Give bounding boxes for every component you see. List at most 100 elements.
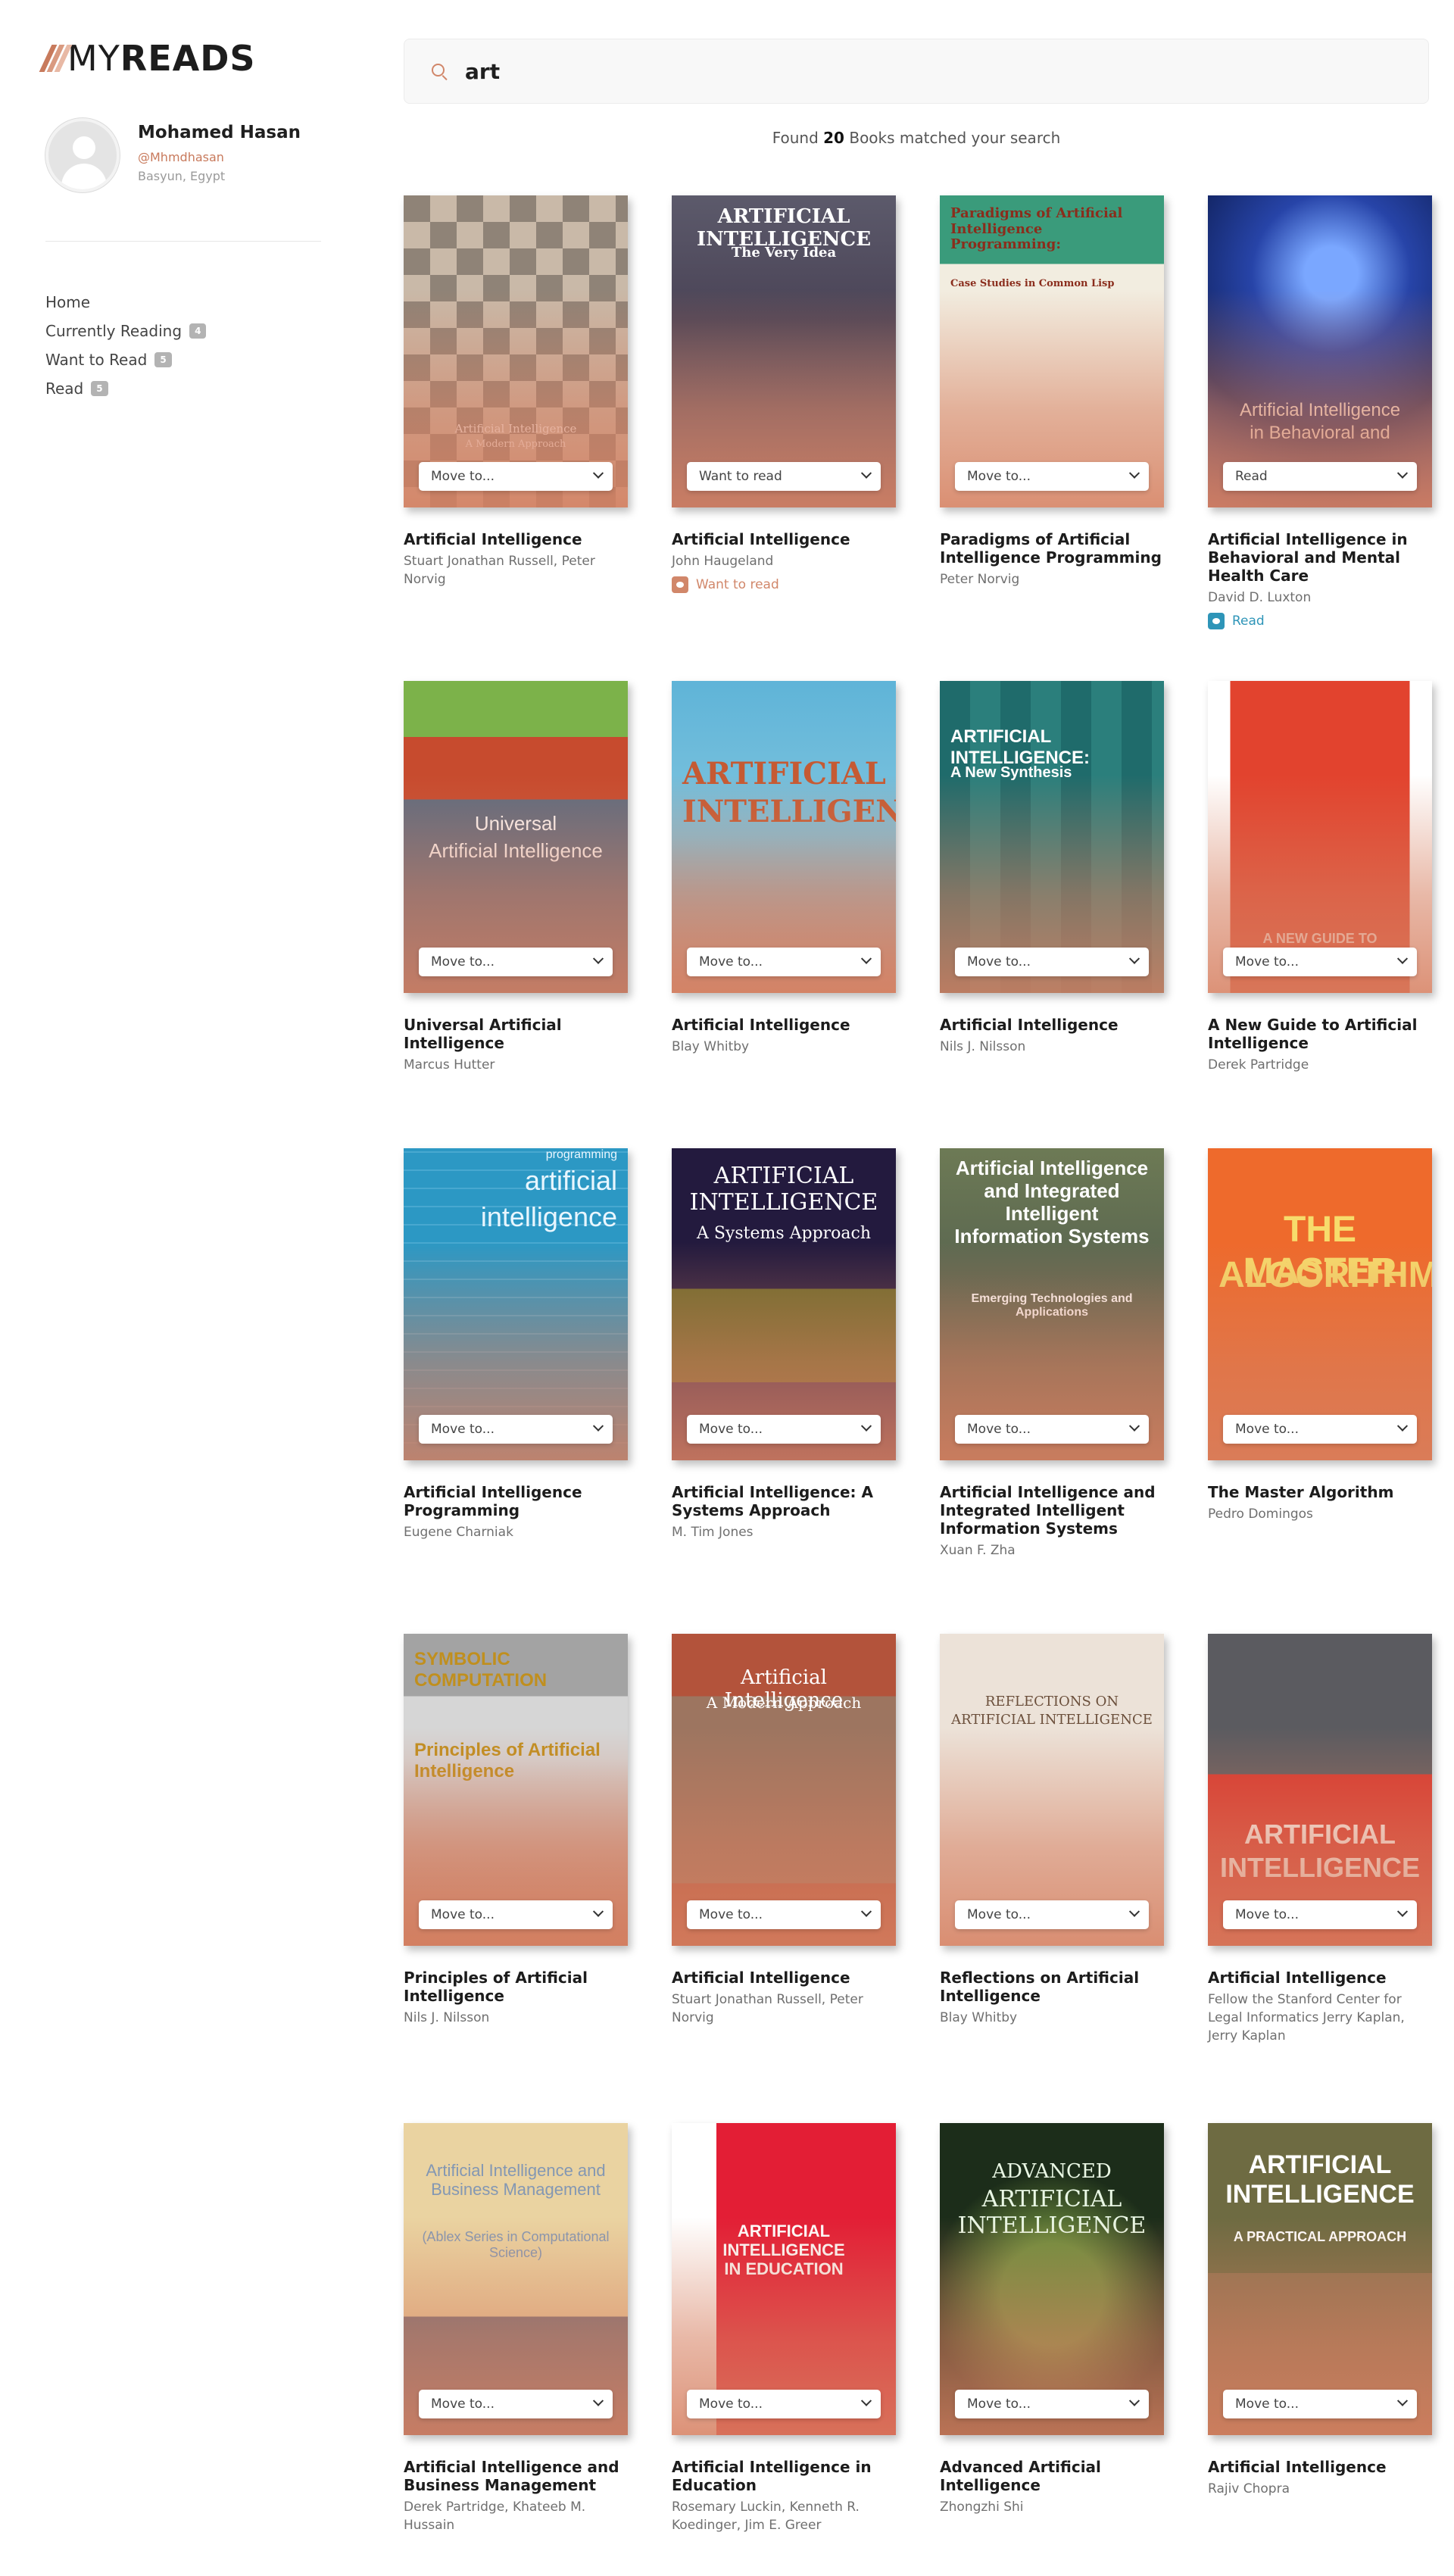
shelf-select[interactable]: Move to... [419, 2390, 613, 2418]
results-summary: Found 20 Books matched your search [772, 129, 1061, 147]
shelf-select[interactable]: Move to... [1223, 948, 1417, 976]
book-cover[interactable]: THE MASTERALGORITHMMove to... [1208, 1148, 1432, 1460]
shelf-status-label: Read [1232, 614, 1265, 629]
search-input[interactable] [465, 58, 1374, 84]
shelf-select-value: Move to... [431, 2396, 495, 2412]
shelf-select-value: Move to... [967, 954, 1031, 970]
book-cover[interactable]: artificial intelligence programming Move to… [404, 1148, 628, 1460]
book-title[interactable]: Artificial Intelligence and Business Man… [404, 2458, 628, 2494]
nav-item-home[interactable]: Home [45, 288, 206, 317]
nav-item-want-to-read[interactable]: Want to Read 5 [45, 345, 206, 374]
book-cover[interactable]: Paradigms of Artificial Intelligence Pro… [940, 195, 1164, 507]
book-title[interactable]: Universal Artificial Intelligence [404, 1016, 628, 1052]
book-card: UniversalArtificial IntelligenceMove to.… [404, 681, 628, 1074]
book-card: ARTIFICIAL INTELLIGENCE A Systems Approac… [672, 1148, 896, 1541]
book-title[interactable]: Artificial Intelligence and Integrated I… [940, 1483, 1164, 1538]
app-logo[interactable]: MYREADS [39, 38, 256, 79]
nav-item-read[interactable]: Read 5 [45, 374, 206, 403]
book-title[interactable]: Principles of Artificial Intelligence [404, 1969, 628, 2005]
profile-handle[interactable]: @Mhmdhasan [138, 150, 301, 164]
shelf-select[interactable]: Move to... [955, 948, 1149, 976]
shelf-select[interactable]: Move to... [419, 1415, 613, 1444]
shelf-select[interactable]: Move to... [1223, 2390, 1417, 2418]
book-title[interactable]: Artificial Intelligence [940, 1016, 1164, 1034]
book-title[interactable]: Paradigms of Artificial Intelligence Pro… [940, 530, 1164, 567]
book-title[interactable]: Artificial Intelligence [1208, 1969, 1432, 1987]
book-cover[interactable]: ARTIFICIAL INTELLIGENCEIN EDUCATIONMove … [672, 2123, 896, 2435]
book-title[interactable]: Artificial Intelligence [1208, 2458, 1432, 2476]
book-authors: Zhongzhi Shi [940, 2500, 1024, 2515]
shelf-select[interactable]: Want to read [687, 462, 881, 491]
chevron-down-icon [1396, 953, 1409, 964]
book-authors: Pedro Domingos [1208, 1507, 1313, 1522]
shelf-select-value: Move to... [967, 1422, 1031, 1437]
book-cover[interactable]: REFLECTIONS ON ARTIFICIAL INTELLIGENCE Mov… [940, 1634, 1164, 1946]
book-title[interactable]: The Master Algorithm [1208, 1483, 1432, 1501]
book-title[interactable]: Artificial Intelligence Programming [404, 1483, 628, 1519]
shelf-select[interactable]: Move to... [955, 1900, 1149, 1929]
book-card: Artificial Intelligence and Integrated I… [940, 1148, 1164, 1560]
book-cover[interactable]: ARTIFICIAL INTELLIGENCE: A New Synthesis M… [940, 681, 1164, 993]
nav-item-currently-reading[interactable]: Currently Reading 4 [45, 317, 207, 345]
shelf-select[interactable]: Move to... [1223, 1900, 1417, 1929]
book-authors: Nils J. Nilsson [940, 1039, 1026, 1054]
book-cover[interactable]: Artificial Intelligencein Behavioral and… [1208, 195, 1432, 507]
shelf-select[interactable]: Move to... [687, 2390, 881, 2418]
profile-location: Basyun, Egypt [138, 169, 226, 183]
book-title[interactable]: Artificial Intelligence [672, 1969, 896, 1987]
eye-icon [1208, 613, 1225, 629]
book-title[interactable]: Artificial Intelligence in Behavioral an… [1208, 530, 1432, 585]
book-card: ARTIFICIAL INTELLIGENCE The Very Idea Want… [672, 195, 896, 593]
count-badge: 5 [91, 381, 108, 396]
shelf-select[interactable]: Move to... [955, 1415, 1149, 1444]
book-title[interactable]: Artificial Intelligence: A Systems Appro… [672, 1483, 896, 1519]
nav-item-label: Currently Reading [45, 322, 183, 340]
cover-text: Artificial Intelligence and Integrated I… [954, 1157, 1150, 1247]
nav-item-label: Want to Read [45, 351, 148, 369]
chevron-down-icon [1396, 467, 1409, 479]
book-card: ARTIFICIALINTELLIGENCEMove to... Artifici… [1208, 1634, 1432, 2045]
chevron-down-icon [1128, 2395, 1140, 2406]
shelf-select[interactable]: Move to... [687, 1415, 881, 1444]
book-card: Artificial Intelligence and Business Man… [404, 2123, 628, 2534]
book-cover[interactable]: Artificial IntelligenceA Modern Approach… [404, 195, 628, 507]
book-title[interactable]: A New Guide to Artificial Intelligence [1208, 1016, 1432, 1052]
shelf-select[interactable]: Move to... [419, 1900, 613, 1929]
chevron-down-icon [1128, 467, 1140, 479]
book-title[interactable]: Artificial Intelligence [404, 530, 628, 548]
book-cover[interactable]: SYMBOLIC COMPUTATIONPrinciples of Artifi… [404, 1634, 628, 1946]
shelf-select[interactable]: Move to... [419, 948, 613, 976]
shelf-select[interactable]: Read [1223, 462, 1417, 491]
shelf-select-value: Move to... [1235, 1422, 1299, 1437]
book-title[interactable]: Artificial Intelligence [672, 1016, 896, 1034]
book-cover[interactable]: A NEW GUIDE TOINTELLIGENCEMove to... [1208, 681, 1432, 993]
cover-text: ARTIFICIAL INTELLIGENCE [1225, 2150, 1415, 2209]
book-title[interactable]: Artificial Intelligence in Education [672, 2458, 896, 2494]
shelf-select[interactable]: Move to... [687, 1900, 881, 1929]
sidebar-nav: Home Currently Reading 4 Want to Read 5 Re… [45, 288, 207, 403]
book-title[interactable]: Artificial Intelligence [672, 530, 896, 548]
shelf-select[interactable]: Move to... [419, 462, 613, 491]
book-cover[interactable]: Artificial Intelligence and Integrated I… [940, 1148, 1164, 1460]
book-cover[interactable]: ARTIFICIALINTELLIGENCEMove to... [672, 681, 896, 993]
book-cover[interactable]: UniversalArtificial IntelligenceMove to.… [404, 681, 628, 993]
shelf-select[interactable]: Move to... [1223, 1415, 1417, 1444]
book-card: ADVANCEDARTIFICIAL INTELLIGENCEMove to..… [940, 2123, 1164, 2516]
shelf-select-value: Move to... [431, 1422, 495, 1437]
book-cover[interactable]: ARTIFICIAL INTELLIGENCEA PRACTICAL APPRO… [1208, 2123, 1432, 2435]
book-cover[interactable]: ADVANCEDARTIFICIAL INTELLIGENCEMove to..… [940, 2123, 1164, 2435]
book-cover[interactable]: ARTIFICIALINTELLIGENCEMove to... [1208, 1634, 1432, 1946]
logo-text-light: MY [67, 38, 120, 79]
shelf-select[interactable]: Move to... [955, 462, 1149, 491]
book-cover[interactable]: Artificial Intelligence and Business Man… [404, 2123, 628, 2435]
cover-text: A Modern Approach [706, 1694, 862, 1712]
avatar[interactable] [45, 118, 120, 192]
book-title[interactable]: Advanced Artificial Intelligence [940, 2458, 1164, 2494]
book-title[interactable]: Reflections on Artificial Intelligence [940, 1969, 1164, 2005]
shelf-select[interactable]: Move to... [687, 948, 881, 976]
shelf-select[interactable]: Move to... [955, 2390, 1149, 2418]
cover-text: ARTIFICIAL INTELLIGENCE [951, 1712, 1153, 1728]
book-cover[interactable]: ARTIFICIAL INTELLIGENCE The Very Idea Want… [672, 195, 896, 507]
book-cover[interactable]: ARTIFICIAL INTELLIGENCE A Systems Approac… [672, 1148, 896, 1460]
book-cover[interactable]: Artificial IntelligenceA Modern Approach… [672, 1634, 896, 1946]
